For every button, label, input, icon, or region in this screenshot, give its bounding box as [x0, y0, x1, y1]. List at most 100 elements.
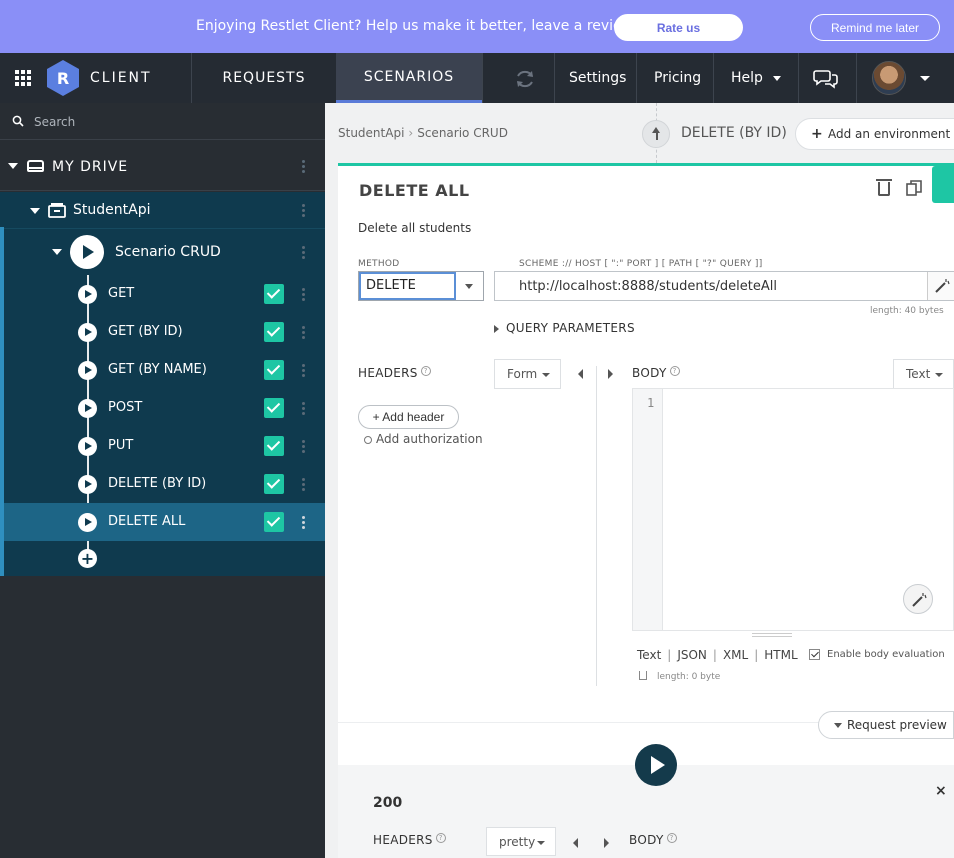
enable-body-evaluation-label[interactable]: Enable body evaluation	[827, 649, 945, 660]
more-options-icon[interactable]	[302, 364, 305, 377]
request-item[interactable]: GET	[4, 275, 325, 313]
body-editor[interactable]: 1	[632, 388, 954, 631]
request-title[interactable]: DELETE ALL	[359, 181, 470, 200]
enabled-checkbox[interactable]	[264, 284, 284, 304]
collapse-right-icon[interactable]	[608, 369, 613, 379]
chevron-down-icon[interactable]	[773, 76, 781, 81]
more-options-icon[interactable]	[302, 246, 305, 259]
chat-icon[interactable]	[813, 67, 839, 89]
chevron-down-icon[interactable]	[52, 249, 62, 255]
url-field[interactable]: http://localhost:8888/students/deleteAll	[494, 271, 954, 301]
tab-scenarios[interactable]: SCENARIOS	[336, 53, 482, 103]
play-icon[interactable]	[78, 475, 97, 494]
panel-splitter[interactable]	[596, 366, 597, 686]
more-options-icon[interactable]	[302, 160, 305, 173]
more-options-icon[interactable]	[302, 204, 305, 217]
more-options-icon[interactable]	[302, 478, 305, 491]
add-environment-button[interactable]: + Add an environment	[795, 118, 954, 150]
enabled-checkbox[interactable]	[264, 360, 284, 380]
play-icon[interactable]	[78, 513, 97, 532]
nav-pricing[interactable]: Pricing	[654, 70, 701, 86]
help-icon[interactable]: ?	[420, 366, 431, 376]
chevron-down-icon[interactable]	[8, 163, 18, 169]
request-preview-button[interactable]: Request preview	[818, 711, 954, 739]
format-html[interactable]: HTML	[764, 648, 797, 662]
request-item[interactable]: PUT	[4, 427, 325, 465]
project-row[interactable]: StudentApi	[0, 192, 325, 229]
request-item-selected[interactable]: DELETE ALL	[4, 503, 325, 541]
chevron-down-icon[interactable]	[465, 284, 473, 289]
request-item[interactable]: DELETE (BY ID)	[4, 465, 325, 503]
add-authorization-link[interactable]: Add authorization	[364, 432, 483, 446]
body-wand-button[interactable]	[903, 584, 933, 614]
run-request-button[interactable]	[635, 744, 677, 786]
trash-icon[interactable]	[639, 671, 647, 680]
help-icon[interactable]: ?	[435, 833, 446, 843]
apps-grid-icon[interactable]	[15, 70, 31, 86]
format-xml[interactable]: XML	[723, 648, 748, 662]
enable-body-evaluation-checkbox[interactable]	[809, 649, 820, 660]
collapse-left-icon[interactable]	[578, 369, 583, 379]
format-json[interactable]: JSON	[677, 648, 707, 662]
body-mode-select[interactable]: Text	[893, 359, 954, 389]
remind-later-button[interactable]: Remind me later	[810, 14, 940, 41]
more-options-icon[interactable]	[302, 288, 305, 301]
chevron-down-icon[interactable]	[920, 76, 930, 81]
project-label: StudentApi	[73, 202, 151, 218]
enabled-checkbox[interactable]	[264, 436, 284, 456]
play-scenario-icon[interactable]	[70, 235, 104, 269]
editor-resize-handle[interactable]	[752, 633, 792, 637]
play-icon[interactable]	[78, 323, 97, 342]
collapse-right-icon[interactable]	[604, 838, 609, 848]
breadcrumb-separator: ›	[408, 126, 414, 140]
help-icon[interactable]: ?	[669, 366, 680, 376]
enabled-checkbox[interactable]	[264, 512, 284, 532]
enabled-checkbox[interactable]	[264, 398, 284, 418]
play-icon[interactable]	[78, 437, 97, 456]
play-icon[interactable]	[78, 399, 97, 418]
search-input[interactable]	[34, 112, 294, 132]
trash-icon[interactable]	[876, 179, 892, 196]
more-options-icon[interactable]	[302, 402, 305, 415]
more-options-icon[interactable]	[302, 326, 305, 339]
url-wand-button[interactable]	[927, 272, 954, 300]
add-request-icon[interactable]: +	[78, 549, 97, 568]
previous-request-label[interactable]: DELETE (BY ID)	[681, 125, 787, 141]
help-icon[interactable]: ?	[666, 833, 677, 843]
tab-requests[interactable]: REQUESTS	[192, 53, 336, 103]
enabled-checkbox[interactable]	[264, 322, 284, 342]
method-select[interactable]: DELETE	[358, 271, 484, 301]
breadcrumb-item[interactable]: StudentApi	[338, 126, 404, 140]
plus-icon: +	[811, 126, 823, 142]
sync-icon[interactable]	[514, 68, 536, 90]
enabled-checkbox[interactable]	[264, 474, 284, 494]
close-icon[interactable]: ×	[935, 783, 947, 799]
panel-toggle-tab[interactable]	[932, 166, 954, 203]
play-icon[interactable]	[78, 285, 97, 304]
breadcrumb-item[interactable]: Scenario CRUD	[417, 126, 508, 140]
more-options-icon[interactable]	[302, 440, 305, 453]
headers-mode-select[interactable]: Form	[494, 359, 561, 389]
my-drive-row[interactable]: MY DRIVE	[0, 141, 325, 191]
add-header-button[interactable]: + Add header	[358, 405, 459, 429]
nav-help[interactable]: Help	[731, 70, 763, 86]
request-item[interactable]: GET (BY NAME)	[4, 351, 325, 389]
query-parameters-toggle[interactable]: QUERY PARAMETERS	[494, 321, 635, 335]
copy-icon[interactable]	[906, 180, 922, 196]
response-headers-mode-select[interactable]: pretty	[486, 827, 556, 856]
previous-request-arrow-icon[interactable]	[642, 120, 670, 148]
chevron-down-icon[interactable]	[30, 208, 40, 214]
method-input[interactable]: DELETE	[359, 272, 456, 300]
play-icon[interactable]	[78, 361, 97, 380]
request-description[interactable]: Delete all students	[358, 221, 471, 235]
request-item[interactable]: GET (BY ID)	[4, 313, 325, 351]
more-options-icon[interactable]	[302, 516, 305, 529]
format-text[interactable]: Text	[637, 648, 661, 662]
rate-us-button[interactable]: Rate us	[614, 14, 743, 41]
collapse-left-icon[interactable]	[573, 838, 578, 848]
url-value[interactable]: http://localhost:8888/students/deleteAll	[519, 279, 777, 294]
avatar[interactable]	[872, 61, 906, 95]
scenario-row[interactable]: Scenario CRUD	[4, 229, 325, 275]
nav-settings[interactable]: Settings	[569, 70, 626, 86]
request-item[interactable]: POST	[4, 389, 325, 427]
